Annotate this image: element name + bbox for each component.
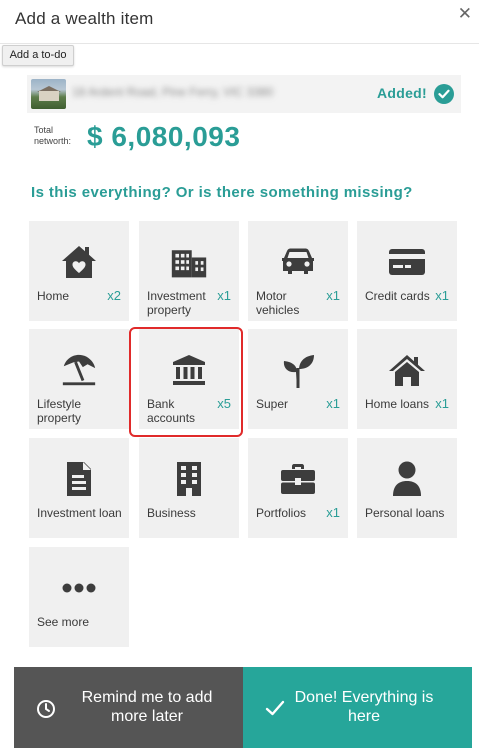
document-icon: [60, 460, 98, 498]
dialog-title: Add a wealth item: [15, 9, 154, 28]
bank-icon: [170, 351, 208, 389]
tooltip: Add a to-do: [2, 45, 74, 66]
tile-super[interactable]: Super x1: [248, 329, 348, 429]
tile-credit-cards[interactable]: Credit cards x1: [357, 221, 457, 321]
tile-count: x2: [107, 288, 121, 303]
sprout-icon: [279, 351, 317, 389]
tile-label: See more: [37, 615, 90, 629]
tile-investment-loan[interactable]: Investment loan: [29, 438, 129, 538]
tile-count: x1: [326, 396, 340, 411]
tile-motor-vehicles[interactable]: Motor vehicles x1: [248, 221, 348, 321]
added-status: Added!: [376, 85, 427, 101]
buildings-icon: [170, 243, 208, 281]
networth-label: Total networth:: [34, 125, 72, 146]
credit-card-icon: [388, 243, 426, 281]
tile-count: x1: [217, 288, 231, 303]
tile-home[interactable]: Home x2: [29, 221, 129, 321]
done-label: Done! Everything is here: [294, 689, 434, 725]
tile-home-loans[interactable]: Home loans x1: [357, 329, 457, 429]
networth-value: $ 6,080,093: [87, 121, 241, 152]
home-icon: [388, 351, 426, 389]
tile-label: Bank accounts: [147, 397, 196, 425]
tile-portfolios[interactable]: Portfolios x1: [248, 438, 348, 538]
briefcase-icon: [279, 460, 317, 498]
remind-later-label: Remind me to add more later: [81, 689, 213, 725]
clock-icon: [36, 699, 56, 724]
property-thumbnail: [31, 79, 66, 109]
tile-bank-accounts[interactable]: Bank accounts x5: [139, 329, 239, 429]
person-icon: [388, 460, 426, 498]
tile-label: Credit cards: [365, 289, 430, 303]
dialog-header: Add a wealth item ✕: [0, 0, 479, 44]
check-circle-icon: [434, 84, 454, 104]
tile-label: Super: [256, 397, 289, 411]
tile-label: Investment loan: [37, 506, 122, 520]
property-address: 18 Ardent Road, Pine Ferry, VIC 3380: [72, 85, 274, 99]
tile-count: x1: [435, 288, 449, 303]
home-heart-icon: [60, 243, 98, 281]
missing-question: Is this everything? Or is there somethin…: [31, 184, 413, 201]
done-button[interactable]: Done! Everything is here: [243, 667, 472, 748]
tile-count: x1: [326, 288, 340, 303]
car-icon: [279, 243, 317, 281]
tile-label: Business: [147, 506, 196, 520]
tile-label: Investment property: [147, 289, 206, 317]
tile-count: x1: [435, 396, 449, 411]
tile-label: Home: [37, 289, 70, 303]
tile-see-more[interactable]: See more: [29, 547, 129, 647]
checkmark-icon: [265, 699, 285, 722]
tile-lifestyle-property[interactable]: Lifestyle property: [29, 329, 129, 429]
tile-investment-property[interactable]: Investment property x1: [139, 221, 239, 321]
close-icon[interactable]: ✕: [458, 4, 472, 24]
tile-label: Motor vehicles: [256, 289, 300, 317]
office-building-icon: [170, 460, 208, 498]
remind-later-button[interactable]: Remind me to add more later: [14, 667, 243, 748]
tile-personal-loans[interactable]: Personal loans: [357, 438, 457, 538]
tile-label: Lifestyle property: [37, 397, 82, 425]
tile-label: Home loans: [365, 397, 430, 411]
tile-count: x1: [326, 505, 340, 520]
tile-label: Personal loans: [365, 506, 445, 520]
tile-count: x5: [217, 396, 231, 411]
tile-business[interactable]: Business: [139, 438, 239, 538]
beach-umbrella-icon: [60, 351, 98, 389]
tile-label: Portfolios: [256, 506, 307, 520]
more-dots-icon: [60, 569, 98, 607]
added-item-bar: 18 Ardent Road, Pine Ferry, VIC 3380 Add…: [27, 75, 461, 113]
